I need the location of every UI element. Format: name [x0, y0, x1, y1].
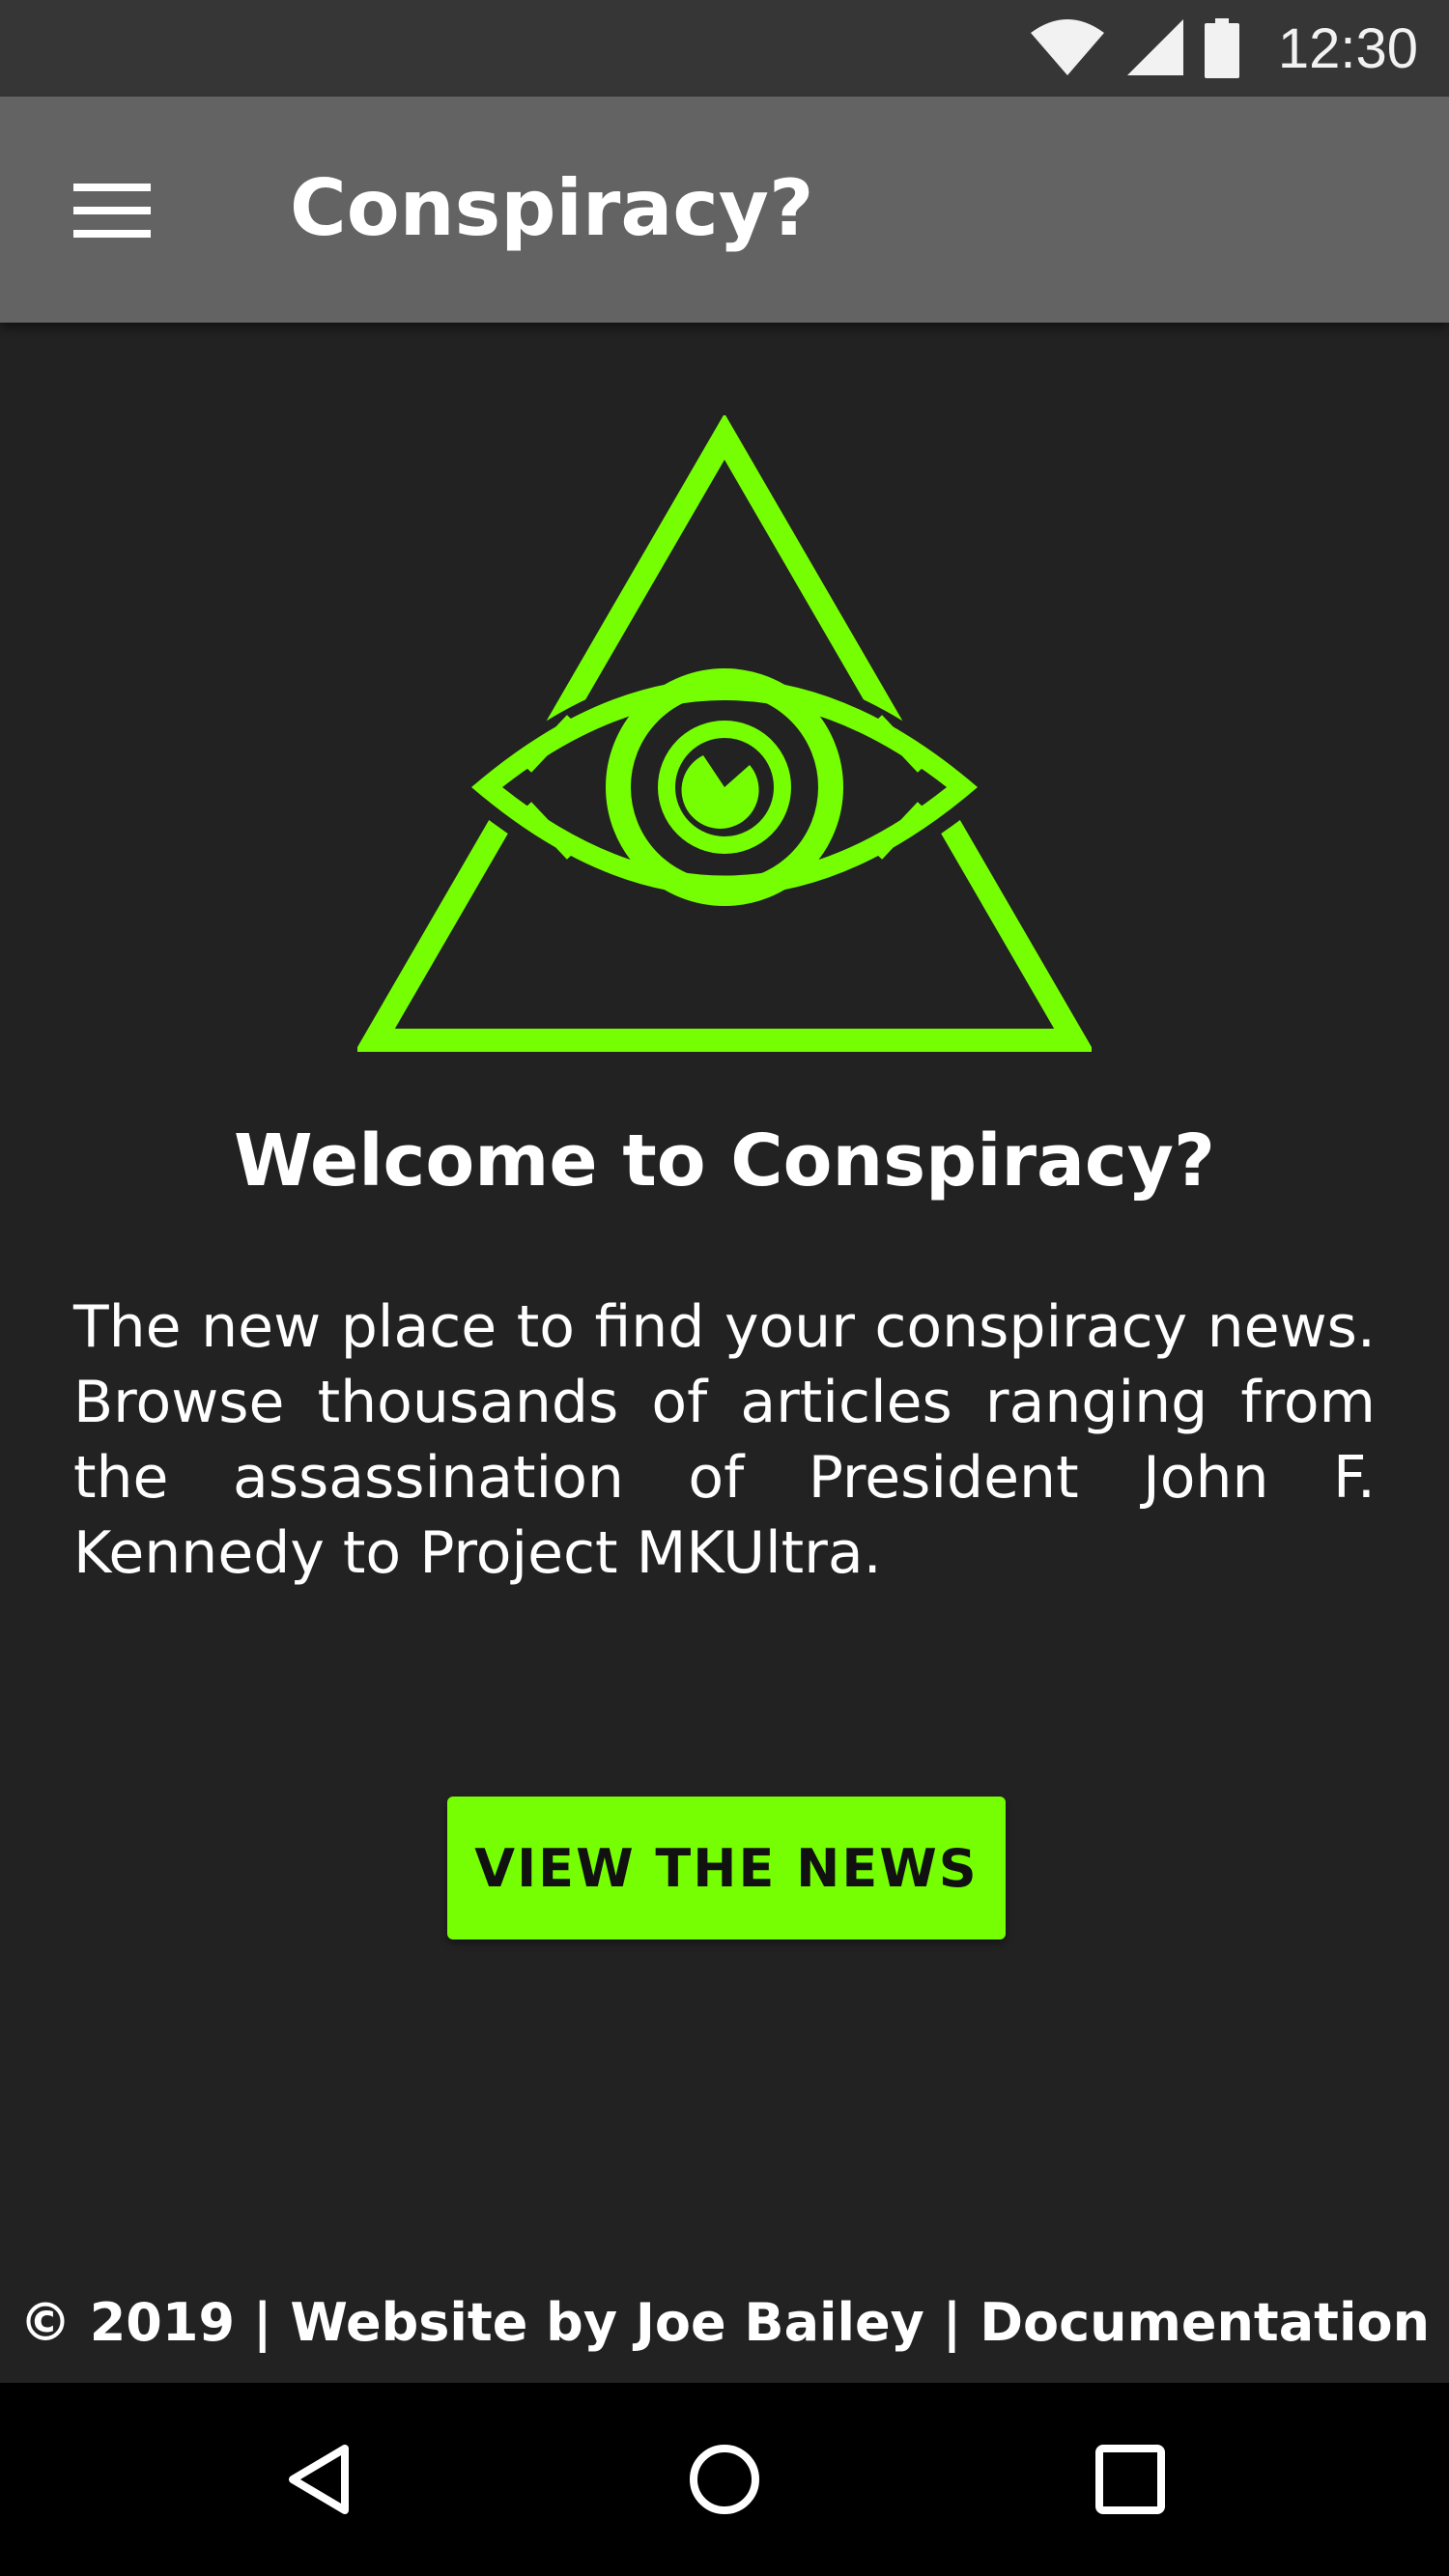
app-title: Conspiracy? [290, 163, 814, 253]
footer: © 2019 | Website by Joe Bailey | Documen… [0, 2289, 1449, 2357]
intro-paragraph: The new place to find your conspiracy ne… [73, 1293, 1376, 1587]
back-icon[interactable] [273, 2431, 370, 2528]
hamburger-menu-icon[interactable] [73, 184, 151, 238]
app-bar: Conspiracy? [0, 97, 1449, 323]
battery-icon [1204, 18, 1239, 78]
cell-signal-icon [1126, 19, 1183, 75]
status-icons: 12:30 [1029, 0, 1418, 97]
recents-icon[interactable] [1082, 2431, 1179, 2528]
status-time: 12:30 [1277, 16, 1418, 80]
status-bar: 12:30 [0, 0, 1449, 97]
home-icon[interactable] [676, 2431, 773, 2528]
view-the-news-button[interactable]: VIEW THE NEWS [447, 1797, 1006, 1939]
copyright-text: © 2019 | Website by [18, 2292, 636, 2353]
documentation-link[interactable]: Documentation [980, 2292, 1430, 2353]
system-nav-bar [0, 2383, 1449, 2576]
welcome-heading: Welcome to Conspiracy? [234, 1119, 1215, 1203]
author-link[interactable]: Joe Bailey [636, 2292, 924, 2353]
wifi-icon [1030, 19, 1104, 75]
all-seeing-eye-triangle-icon [357, 415, 1092, 1052]
footer-separator: | [923, 2292, 980, 2353]
